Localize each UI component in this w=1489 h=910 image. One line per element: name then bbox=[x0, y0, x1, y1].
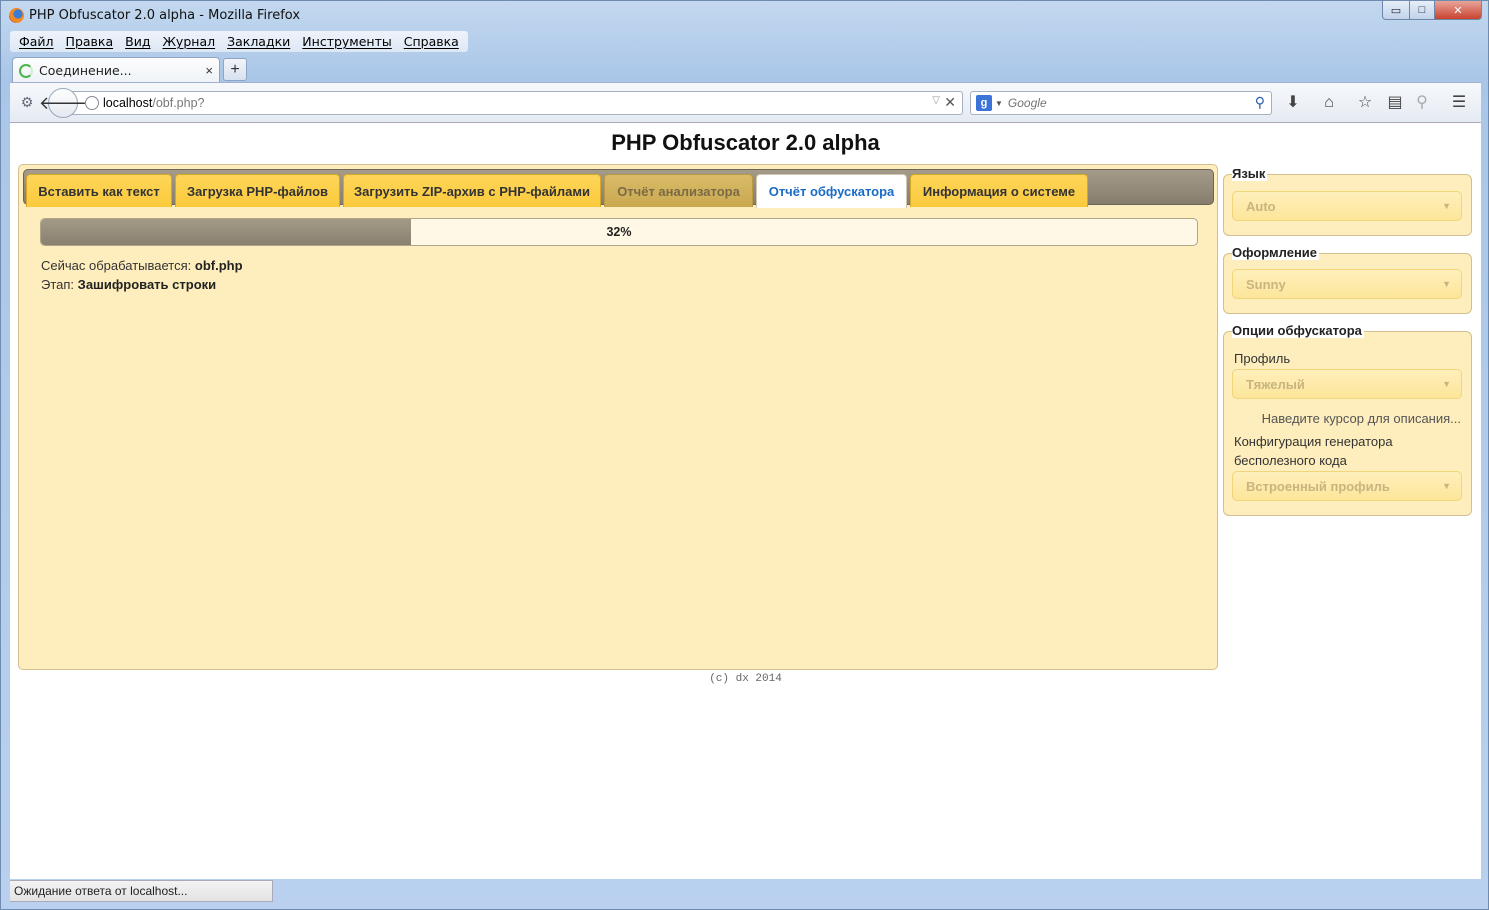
chevron-down-icon: ▼ bbox=[1442, 279, 1451, 289]
title-bar: PHP Obfuscator 2.0 alpha - Mozilla Firef… bbox=[1, 1, 1488, 31]
tab-system-info[interactable]: Информация о системе bbox=[910, 174, 1088, 207]
footer-copyright: (c) dx 2014 bbox=[709, 673, 782, 685]
generator-value: Встроенный профиль bbox=[1246, 478, 1390, 494]
menu-help[interactable]: Справка bbox=[398, 34, 465, 49]
new-tab-button[interactable]: + bbox=[223, 58, 247, 81]
stop-icon[interactable]: ✕ bbox=[944, 94, 956, 111]
navigation-toolbar: ⚙ 🡐 localhost/obf.php? ▽ ✕ g ▼ ⚲ ⬇ ⌂ ☆ ▤… bbox=[10, 82, 1481, 123]
tab-obfuscator-report[interactable]: Отчёт обфускатора bbox=[756, 174, 907, 208]
back-arrow-icon: 🡐 bbox=[38, 92, 88, 113]
zoom-icon[interactable]: ⚲ bbox=[1412, 93, 1432, 113]
theme-legend: Оформление bbox=[1232, 245, 1320, 260]
maximize-button[interactable]: □ bbox=[1409, 1, 1435, 20]
tab-paste-text[interactable]: Вставить как текст bbox=[26, 174, 172, 207]
tab-upload-php[interactable]: Загрузка PHP-файлов bbox=[175, 174, 340, 207]
tab-upload-zip[interactable]: Загрузить ZIP-архив с PHP-файлами bbox=[343, 174, 601, 207]
generator-select[interactable]: Встроенный профиль ▼ bbox=[1232, 471, 1462, 501]
menu-bookmarks[interactable]: Закладки bbox=[221, 34, 296, 49]
language-value: Auto bbox=[1246, 198, 1276, 214]
profile-label: Профиль bbox=[1234, 351, 1291, 366]
obfuscator-options-box: Опции обфускатора Профиль Тяжелый ▼ Наве… bbox=[1223, 323, 1472, 516]
url-path: /obf.php? bbox=[152, 96, 205, 110]
browser-tab-strip: Соединение... × + bbox=[10, 57, 1480, 83]
chevron-down-icon: ▼ bbox=[1442, 481, 1451, 491]
url-history-dropdown-icon[interactable]: ▽ bbox=[932, 95, 940, 106]
browser-tab-active[interactable]: Соединение... × bbox=[12, 57, 220, 83]
browser-tab-label: Соединение... bbox=[39, 63, 132, 78]
search-bar[interactable]: g ▼ ⚲ bbox=[970, 91, 1272, 115]
downloads-icon[interactable]: ⬇ bbox=[1283, 93, 1303, 113]
theme-value: Sunny bbox=[1246, 276, 1286, 292]
window-title: PHP Obfuscator 2.0 alpha - Mozilla Firef… bbox=[29, 8, 301, 23]
options-legend: Опции обфускатора bbox=[1232, 323, 1364, 338]
bookmark-star-icon[interactable]: ☆ bbox=[1355, 93, 1375, 113]
search-engine-dropdown-icon[interactable]: ▼ bbox=[995, 99, 1003, 108]
profile-value: Тяжелый bbox=[1246, 376, 1305, 392]
language-legend: Язык bbox=[1232, 166, 1268, 181]
page-title: PHP Obfuscator 2.0 alpha bbox=[611, 130, 880, 155]
theme-box: Оформление Sunny ▼ bbox=[1223, 245, 1472, 314]
url-host: localhost bbox=[103, 96, 153, 110]
theme-select[interactable]: Sunny ▼ bbox=[1232, 269, 1462, 299]
menu-edit[interactable]: Правка bbox=[60, 34, 120, 49]
menu-view[interactable]: Вид bbox=[119, 34, 156, 49]
minimize-button[interactable]: ▭ bbox=[1382, 1, 1410, 20]
url-bar[interactable]: localhost/obf.php? ▽ ✕ bbox=[66, 91, 963, 115]
language-select[interactable]: Auto ▼ bbox=[1232, 191, 1462, 221]
firefox-logo-icon bbox=[9, 8, 24, 23]
generator-label-line1: Конфигурация генератора bbox=[1234, 434, 1393, 449]
home-icon[interactable]: ⌂ bbox=[1319, 93, 1339, 113]
progress-bar: 32% bbox=[40, 218, 1198, 246]
chevron-down-icon: ▼ bbox=[1442, 201, 1451, 211]
stage-line: Этап: Зашифровать строки bbox=[41, 275, 243, 294]
processing-file: obf.php bbox=[194, 258, 243, 273]
back-button[interactable]: 🡐 bbox=[39, 88, 87, 118]
ui-tabs-bar: Вставить как текст Загрузка PHP-файлов З… bbox=[23, 169, 1214, 208]
menu-tools[interactable]: Инструменты bbox=[296, 34, 397, 49]
tab-analyzer-report: Отчёт анализатора bbox=[604, 174, 753, 207]
chevron-down-icon: ▼ bbox=[1442, 379, 1451, 389]
hover-hint: Наведите курсор для описания... bbox=[1261, 411, 1461, 426]
menu-file[interactable]: Файл bbox=[13, 34, 60, 49]
stage-value: Зашифровать строки bbox=[77, 277, 217, 292]
menu-bar: Файл Правка Вид Журнал Закладки Инструме… bbox=[10, 31, 468, 52]
bookmarks-list-icon[interactable]: ▤ bbox=[1385, 93, 1405, 113]
tab-close-icon[interactable]: × bbox=[205, 63, 213, 78]
google-icon[interactable]: g bbox=[976, 95, 992, 111]
progress-label: 32% bbox=[606, 225, 632, 239]
search-magnifier-icon[interactable]: ⚲ bbox=[1255, 94, 1265, 111]
hamburger-menu-icon[interactable]: ☰ bbox=[1449, 93, 1469, 113]
processing-line: Сейчас обрабатывается: obf.php bbox=[41, 256, 243, 275]
page-content: PHP Obfuscator 2.0 alpha Вставить как те… bbox=[10, 123, 1481, 879]
browser-window: PHP Obfuscator 2.0 alpha - Mozilla Firef… bbox=[0, 0, 1489, 910]
search-input[interactable] bbox=[1007, 96, 1248, 110]
profile-select[interactable]: Тяжелый ▼ bbox=[1232, 369, 1462, 399]
main-panel: Вставить как текст Загрузка PHP-файлов З… bbox=[18, 164, 1218, 670]
language-box: Язык Auto ▼ bbox=[1223, 166, 1472, 236]
close-window-button[interactable]: ✕ bbox=[1434, 1, 1482, 20]
menu-history[interactable]: Журнал bbox=[156, 34, 221, 49]
loading-spinner-icon bbox=[19, 63, 33, 78]
status-bar: Ожидание ответа от localhost... bbox=[10, 880, 273, 902]
stage-label: Этап: bbox=[41, 277, 75, 292]
processing-label: Сейчас обрабатывается: bbox=[41, 258, 192, 273]
processing-info: Сейчас обрабатывается: obf.php Этап: Заш… bbox=[41, 256, 243, 294]
generator-label-line2: бесполезного кода bbox=[1234, 453, 1347, 468]
addon-icon[interactable]: ⚙ bbox=[18, 94, 36, 112]
